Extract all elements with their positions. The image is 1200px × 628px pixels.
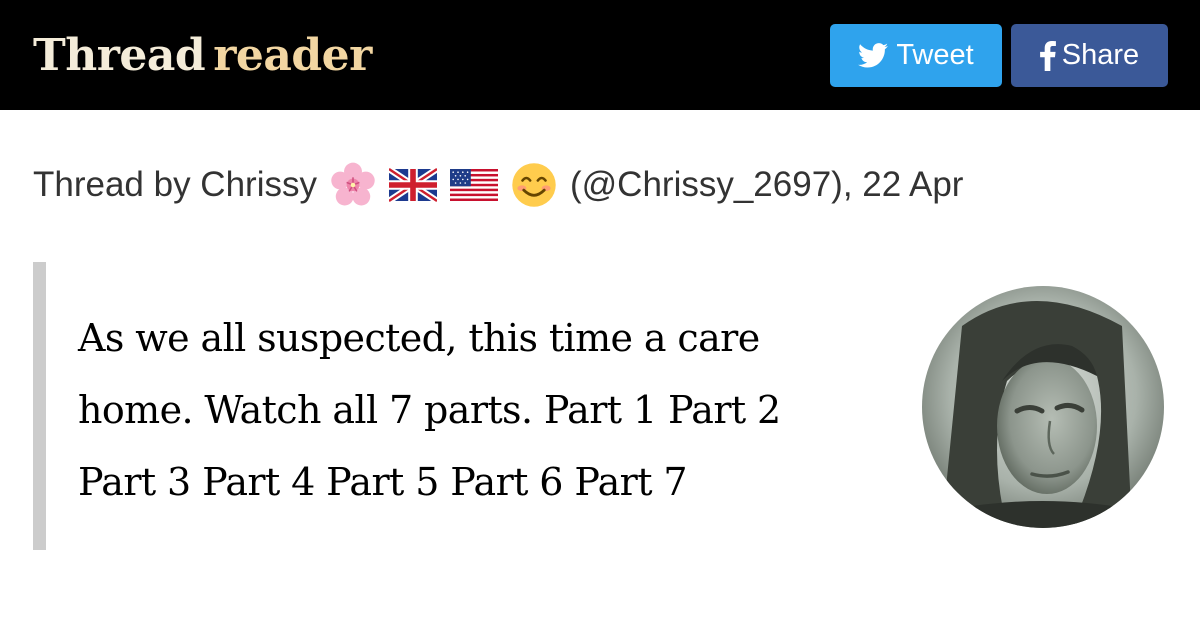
tweet-button-label: Tweet (896, 39, 974, 71)
thread-handle-date: (@Chrissy_2697), 22 Apr (569, 165, 964, 204)
thread-byline: Thread by Chrissy (@Chrissy_2697), 22 Ap… (33, 162, 1173, 208)
tweet-button[interactable]: Tweet (830, 24, 1002, 87)
threadreader-logo[interactable]: Thread reader (33, 30, 372, 82)
uk-flag-icon (388, 168, 437, 202)
quote-bar (33, 262, 46, 550)
share-button[interactable]: Share (1011, 24, 1168, 87)
logo-word-thread: Thread (33, 30, 206, 81)
facebook-f-icon (1039, 40, 1056, 71)
share-button-label: Share (1061, 39, 1140, 71)
thread-author-prefix: Thread by Chrissy (33, 165, 317, 204)
logo-word-reader: reader (213, 30, 372, 81)
us-flag-icon (449, 168, 498, 202)
tweet-text: As we all suspected, this time a care ho… (78, 316, 781, 504)
smiling-face-icon (511, 162, 557, 208)
top-bar: Thread reader Tweet Share (0, 0, 1200, 110)
cherry-blossom-icon (330, 162, 376, 208)
author-avatar[interactable] (922, 286, 1164, 528)
twitter-bird-icon (858, 43, 889, 68)
